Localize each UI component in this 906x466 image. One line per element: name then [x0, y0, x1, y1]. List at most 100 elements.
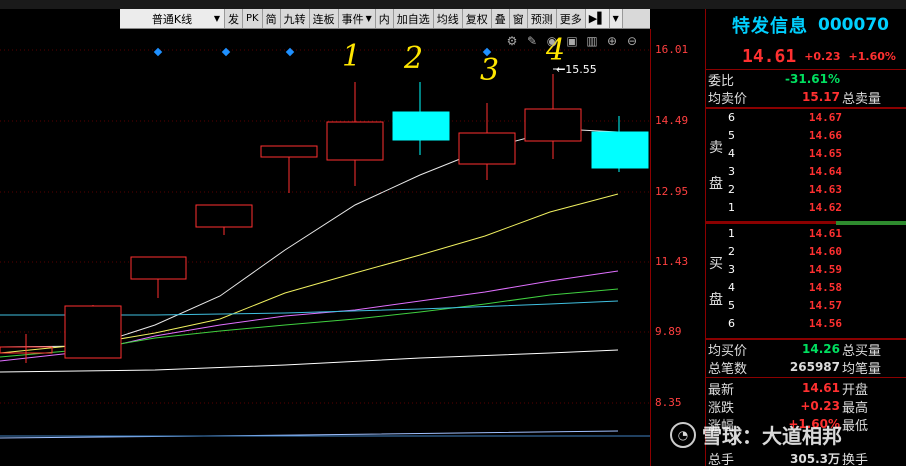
- event-marker-icon: [221, 47, 231, 57]
- ask-level: 1: [728, 201, 735, 214]
- ask-price: 14.63: [808, 183, 842, 196]
- ask-price: 14.66: [808, 129, 842, 142]
- trades-value: 265987: [789, 360, 840, 374]
- price-tick: 9.89: [655, 325, 682, 338]
- quote-panel: 特发信息 000070 14.61 +0.23 +1.60% 委比 -31.61…: [705, 9, 906, 466]
- bid-level: 3: [728, 263, 735, 276]
- change-row: 涨跌 +0.23 最高: [706, 397, 906, 416]
- ask-level: 5: [728, 129, 735, 142]
- latest-row: 最新 14.61 开盘: [706, 379, 906, 398]
- toolbar-button-more[interactable]: 更多: [557, 9, 586, 28]
- toolbar-button-lianban[interactable]: 连板: [310, 9, 339, 28]
- watermark-text: 雪球：大道相邦: [702, 424, 842, 448]
- bid-level: 6: [728, 317, 735, 330]
- toolbar-button-jiuzhuan[interactable]: 九转: [281, 9, 310, 28]
- collapse-panel-icon[interactable]: ▶▌: [585, 9, 610, 28]
- toolbar-button-shijian[interactable]: 事件 ▼: [339, 9, 376, 28]
- price-tick: 14.49: [655, 114, 689, 127]
- change-value: +0.23: [800, 399, 840, 413]
- price-change: +0.23: [804, 50, 841, 63]
- toolbar-button-fa[interactable]: 发: [225, 9, 243, 28]
- bid-price: 14.60: [808, 245, 842, 258]
- chevron-down-icon[interactable]: ▼: [609, 9, 623, 28]
- candle-up: [458, 132, 516, 165]
- change-label: 涨跌: [708, 400, 735, 416]
- chart-type-label: 普通K线: [151, 12, 193, 26]
- volume-label: 总手: [708, 452, 735, 466]
- open-label: 开盘: [842, 382, 869, 398]
- zoom-out-icon[interactable]: ⊖: [625, 34, 639, 48]
- price-tick: 16.01: [655, 43, 689, 56]
- top-toolbar-strip: [0, 0, 906, 9]
- bid-price: 14.56: [808, 317, 842, 330]
- ask-book: 卖 盘 6 14.67 5 14.66 4 14.65 3 14.64 2 14…: [706, 109, 906, 221]
- candles: [0, 74, 649, 363]
- chart-icon-row: ⚙ ✎ ◉ ▣ ▥ ⊕ ⊖: [505, 32, 650, 50]
- chart-toolbar: 普通K线 ▼ 发 PK 简 九转 连板 事件 ▼ 内 加自选 均线 复权 叠 窗…: [120, 9, 650, 29]
- candle-up: [195, 204, 253, 228]
- kline-chart[interactable]: ←15.55 1 2 3 4: [0, 29, 650, 466]
- watermark: ◔ 雪球：大道相邦: [670, 420, 842, 449]
- toolbar-button-nei[interactable]: 内: [376, 9, 394, 28]
- bid-price: 14.58: [808, 281, 842, 294]
- price-tick: 12.95: [655, 185, 689, 198]
- lock-icon[interactable]: ▣: [565, 34, 579, 48]
- toolbar-button-overlay[interactable]: 叠: [492, 9, 510, 28]
- ask-side-label-2: 盘: [709, 176, 723, 192]
- candle-up: [524, 108, 582, 142]
- avg-bid-value: 14.26: [802, 342, 840, 356]
- weibi-row: 委比 -31.61%: [706, 70, 906, 89]
- low-label: 最低: [842, 418, 869, 434]
- candle-down: [392, 111, 450, 141]
- bid-level: 1: [728, 227, 735, 240]
- pen-icon[interactable]: ✎: [525, 34, 539, 48]
- handwritten-mark-2: 2: [404, 41, 424, 76]
- toolbar-button-jian[interactable]: 简: [263, 9, 281, 28]
- ask-level: 2: [728, 183, 735, 196]
- trash-icon[interactable]: ▥: [585, 34, 599, 48]
- bid-level: 4: [728, 281, 735, 294]
- bid-price: 14.59: [808, 263, 842, 276]
- ask-side-label-1: 卖: [709, 140, 723, 156]
- total-bid-label: 总买量: [842, 343, 882, 359]
- stock-title: 特发信息 000070: [706, 9, 906, 41]
- volume-row: 总手 305.3万 换手: [706, 449, 906, 466]
- handwritten-mark-1: 1: [342, 39, 362, 74]
- stock-code: 000070: [818, 15, 889, 35]
- ask-price: 14.67: [808, 111, 842, 124]
- candle-up: [260, 145, 318, 158]
- toolbar-button-pk[interactable]: PK: [243, 9, 263, 28]
- toolbar-button-window[interactable]: 窗: [510, 9, 528, 28]
- price-tick: 11.43: [655, 255, 689, 268]
- ask-level: 6: [728, 111, 735, 124]
- price-tick: 8.35: [655, 396, 682, 409]
- ask-level: 3: [728, 165, 735, 178]
- toolbar-button-fuquan[interactable]: 复权: [463, 9, 492, 28]
- stock-name: 特发信息: [732, 16, 808, 37]
- ask-price: 14.65: [808, 147, 842, 160]
- bid-price: 14.57: [808, 299, 842, 312]
- avg-ask-label: 均卖价: [708, 91, 748, 107]
- zoom-in-icon[interactable]: ⊕: [605, 34, 619, 48]
- bid-level: 2: [728, 245, 735, 258]
- chart-type-select[interactable]: 普通K线 ▼: [120, 9, 225, 28]
- last-price: 14.61: [742, 46, 797, 67]
- candle-down: [591, 131, 649, 169]
- avg-bid-row: 均买价 14.26 总买量: [706, 340, 906, 359]
- avg-trade-label: 均笔量: [842, 361, 882, 377]
- candle-up: [130, 256, 187, 280]
- toolbar-button-forecast[interactable]: 预测: [528, 9, 557, 28]
- candle-up: [326, 121, 384, 161]
- bid-book: 买 盘 1 14.61 2 14.60 3 14.59 4 14.58 5 14…: [706, 225, 906, 337]
- eye-icon[interactable]: ◉: [545, 34, 559, 48]
- price-axis: 16.01 14.49 12.95 11.43 9.89 8.35: [650, 29, 705, 466]
- toolbar-button-shijian-label: 事件: [341, 12, 364, 26]
- settings-icon[interactable]: ⚙: [505, 34, 519, 48]
- chevron-down-icon: ▼: [213, 14, 220, 23]
- avg-ask-value: 15.17: [802, 90, 840, 104]
- bid-side-label-2: 盘: [709, 292, 723, 308]
- divider: [706, 221, 836, 224]
- toolbar-button-ma[interactable]: 均线: [434, 9, 463, 28]
- toolbar-button-add-watchlist[interactable]: 加自选: [394, 9, 434, 28]
- bid-price: 14.61: [808, 227, 842, 240]
